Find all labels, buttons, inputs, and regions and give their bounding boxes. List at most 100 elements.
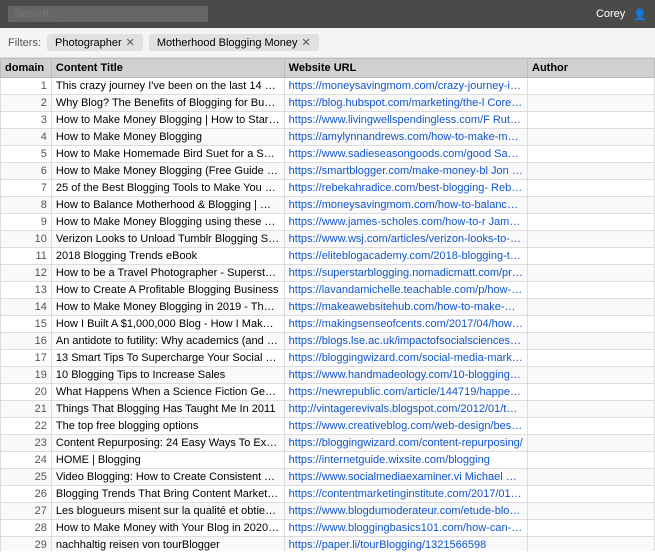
table-row[interactable]: 2Why Blog? The Benefits of Blogging for … [1, 95, 655, 112]
cell-domain: 2 [1, 95, 52, 112]
table-row[interactable]: 16An antidote to futility: Why academics… [1, 333, 655, 350]
cell-url[interactable]: https://newrepublic.com/article/144719/h… [284, 384, 527, 401]
cell-title: How to Make Money Blogging [51, 129, 284, 146]
tag-motherhood[interactable]: Motherhood Blogging Money ✕ [149, 34, 319, 51]
cell-author [528, 282, 655, 299]
cell-url[interactable]: https://blog.hubspot.com/marketing/the-l… [284, 95, 527, 112]
cell-url[interactable]: https://moneysavingmom.com/crazy-journey… [284, 78, 527, 95]
cell-domain: 13 [1, 282, 52, 299]
cell-url[interactable]: https://makingsenseofcents.com/2017/04/h… [284, 316, 527, 333]
cell-domain: 24 [1, 452, 52, 469]
tag-photographer[interactable]: Photographer ✕ [47, 34, 143, 51]
table-row[interactable]: 22The top free blogging optionshttps://w… [1, 418, 655, 435]
cell-url[interactable]: https://smartblogger.com/make-money-bl J… [284, 163, 527, 180]
cell-author [528, 95, 655, 112]
table-row[interactable]: 1910 Blogging Tips to Increase Saleshttp… [1, 367, 655, 384]
header-right: Corey 👤 [596, 8, 647, 21]
cell-title: How to be a Travel Photographer - Supers… [51, 265, 284, 282]
cell-url[interactable]: https://makeawebsitehub.com/how-to-make-… [284, 299, 527, 316]
tag-photographer-remove[interactable]: ✕ [126, 36, 135, 49]
cell-title: An antidote to futility: Why academics (… [51, 333, 284, 350]
table-row[interactable]: 10Verizon Looks to Unload Tumblr Bloggin… [1, 231, 655, 248]
cell-domain: 14 [1, 299, 52, 316]
table-row[interactable]: 1713 Smart Tips To Supercharge Your Soci… [1, 350, 655, 367]
table-row[interactable]: 6How to Make Money Blogging (Free Guide … [1, 163, 655, 180]
cell-domain: 20 [1, 384, 52, 401]
cell-url[interactable]: http://vintagerevivals.blogspot.com/2012… [284, 401, 527, 418]
cell-url[interactable]: https://bloggingwizard.com/social-media-… [284, 350, 527, 367]
cell-title: How to Make Money Blogging using these F… [51, 214, 284, 231]
table-row[interactable]: 20What Happens When a Science Fiction Ge… [1, 384, 655, 401]
cell-url[interactable]: https://amylynnandrews.com/how-to-make-m… [284, 129, 527, 146]
user-label: Corey [596, 8, 625, 20]
cell-url[interactable]: https://www.handmadeology.com/10-bloggin… [284, 367, 527, 384]
cell-url[interactable]: https://www.livingwellspendingless.com/F… [284, 112, 527, 129]
cell-url[interactable]: https://www.creativeblog.com/web-design/… [284, 418, 527, 435]
table-row[interactable]: 3How to Make Money Blogging | How to Sta… [1, 112, 655, 129]
cell-author [528, 350, 655, 367]
table-row[interactable]: 25Video Blogging: How to Create Consiste… [1, 469, 655, 486]
cell-title: How to Make Money Blogging in 2019 - The… [51, 299, 284, 316]
col-header-author[interactable]: Author [528, 59, 655, 78]
header: Corey 👤 [0, 0, 655, 28]
cell-url[interactable]: https://www.socialmediaexaminer.vi Micha… [284, 469, 527, 486]
cell-title: How to Make Homemade Bird Suet for a Sue… [51, 146, 284, 163]
table-row[interactable]: 9How to Make Money Blogging using these … [1, 214, 655, 231]
table-row[interactable]: 21Things That Blogging Has Taught Me In … [1, 401, 655, 418]
cell-url[interactable]: https://www.bloggingbasics101.com/how-ca… [284, 520, 527, 537]
cell-domain: 19 [1, 367, 52, 384]
cell-url[interactable]: https://blogs.lse.ac.uk/impactofsocialsc… [284, 333, 527, 350]
cell-author [528, 129, 655, 146]
cell-url[interactable]: https://superstarblogging.nomadicmatt.co… [284, 265, 527, 282]
cell-author [528, 231, 655, 248]
cell-domain: 15 [1, 316, 52, 333]
cell-author [528, 469, 655, 486]
table-row[interactable]: 5How to Make Homemade Bird Suet for a Su… [1, 146, 655, 163]
cell-url[interactable]: https://www.sadieseasongoods.com/good Sa… [284, 146, 527, 163]
table-row[interactable]: 112018 Blogging Trends eBookhttps://elit… [1, 248, 655, 265]
cell-title: How to Create A Profitable Blogging Busi… [51, 282, 284, 299]
cell-url[interactable]: https://rebekahradice.com/best-blogging-… [284, 180, 527, 197]
table-row[interactable]: 13How to Create A Profitable Blogging Bu… [1, 282, 655, 299]
cell-title: How to Make Money Blogging | How to Star… [51, 112, 284, 129]
table-row[interactable]: 24HOME | Blogginghttps://internetguide.w… [1, 452, 655, 469]
tag-motherhood-remove[interactable]: ✕ [302, 36, 311, 49]
table-row[interactable]: 4How to Make Money Blogginghttps://amyly… [1, 129, 655, 146]
table-header-row: domain Content Title Website URL Author [1, 59, 655, 78]
cell-title: What Happens When a Science Fiction Geni… [51, 384, 284, 401]
cell-url[interactable]: https://moneysavingmom.com/how-to-balanc… [284, 197, 527, 214]
cell-url[interactable]: https://lavandamichelle.teachable.com/p/… [284, 282, 527, 299]
cell-url[interactable]: https://www.blogdumoderateur.com/etude-b… [284, 503, 527, 520]
table-row[interactable]: 8How to Balance Motherhood & Blogging | … [1, 197, 655, 214]
search-input[interactable] [8, 6, 208, 22]
table-row[interactable]: 26Blogging Trends That Bring Content Mar… [1, 486, 655, 503]
cell-title: Things That Blogging Has Taught Me In 20… [51, 401, 284, 418]
cell-title: 10 Blogging Tips to Increase Sales [51, 367, 284, 384]
col-header-url[interactable]: Website URL [284, 59, 527, 78]
cell-author [528, 197, 655, 214]
col-header-domain[interactable]: domain [1, 59, 52, 78]
cell-url[interactable]: https://paper.li/tourBlogging/1321566598 [284, 537, 527, 552]
cell-title: How to Make Money with Your Blog in 2020… [51, 520, 284, 537]
table-row[interactable]: 14How to Make Money Blogging in 2019 - T… [1, 299, 655, 316]
table-row[interactable]: 15How I Built A $1,000,000 Blog - How I … [1, 316, 655, 333]
table-row[interactable]: 1This crazy journey I've been on the las… [1, 78, 655, 95]
cell-url[interactable]: https://contentmarketinginstitute.com/20… [284, 486, 527, 503]
cell-domain: 28 [1, 520, 52, 537]
cell-url[interactable]: https://eliteblogacademy.com/2018-bloggi… [284, 248, 527, 265]
cell-author [528, 418, 655, 435]
cell-author [528, 299, 655, 316]
table-row[interactable]: 27Les blogueurs misent sur la qualité et… [1, 503, 655, 520]
cell-url[interactable]: https://bloggingwizard.com/content-repur… [284, 435, 527, 452]
cell-author [528, 435, 655, 452]
cell-url[interactable]: https://www.james-scholes.com/how-to-r J… [284, 214, 527, 231]
results-table: domain Content Title Website URL Author … [0, 58, 655, 551]
col-header-title[interactable]: Content Title [51, 59, 284, 78]
table-row[interactable]: 23Content Repurposing: 24 Easy Ways To E… [1, 435, 655, 452]
table-row[interactable]: 28How to Make Money with Your Blog in 20… [1, 520, 655, 537]
cell-url[interactable]: https://www.wsj.com/articles/verizon-loo… [284, 231, 527, 248]
table-row[interactable]: 12How to be a Travel Photographer - Supe… [1, 265, 655, 282]
table-row[interactable]: 725 of the Best Blogging Tools to Make Y… [1, 180, 655, 197]
cell-url[interactable]: https://internetguide.wixsite.com/bloggi… [284, 452, 527, 469]
table-row[interactable]: 29nachhaltig reisen von tourBloggerhttps… [1, 537, 655, 552]
